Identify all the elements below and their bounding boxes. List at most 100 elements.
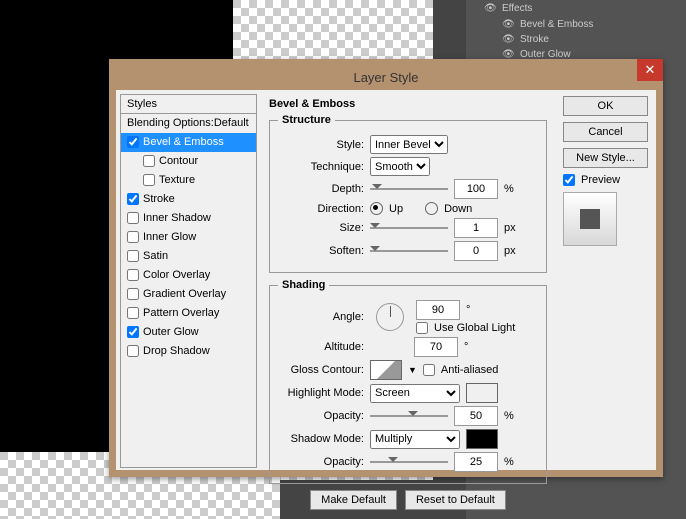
angle-wheel[interactable] — [376, 303, 404, 331]
styles-header[interactable]: Styles — [121, 95, 256, 114]
eye-icon[interactable]: 👁 — [502, 34, 514, 45]
shading-fieldset: Shading Angle: ° Use Global Light Altitu… — [269, 279, 547, 484]
fx-label: Bevel & Emboss — [520, 19, 593, 30]
unit: % — [504, 456, 514, 468]
deg: ° — [466, 304, 470, 316]
style-checkbox[interactable] — [127, 212, 139, 224]
style-label: Drop Shadow — [143, 345, 210, 357]
antialias-checkbox[interactable] — [423, 364, 435, 376]
style-row-satin[interactable]: Satin — [121, 247, 256, 266]
style-checkbox[interactable] — [127, 193, 139, 205]
altitude-input[interactable] — [414, 337, 458, 357]
fx-row-bevel[interactable]: 👁 Bevel & Emboss — [466, 17, 686, 32]
ok-button[interactable]: OK — [563, 96, 648, 116]
unit: % — [504, 410, 514, 422]
unit: px — [504, 222, 516, 234]
dialog-titlebar[interactable]: Layer Style ✕ — [116, 66, 656, 90]
highlight-opacity-input[interactable] — [454, 406, 498, 426]
style-checkbox[interactable] — [127, 288, 139, 300]
direction-down-radio[interactable] — [425, 202, 438, 215]
style-select[interactable]: Inner Bevel — [370, 135, 448, 154]
style-checkbox[interactable] — [127, 136, 139, 148]
preview-checkbox[interactable] — [563, 174, 575, 186]
style-checkbox[interactable] — [127, 231, 139, 243]
shadow-color-swatch[interactable] — [466, 429, 498, 449]
new-style-button[interactable]: New Style... — [563, 148, 648, 168]
style-row-drop-shadow[interactable]: Drop Shadow — [121, 342, 256, 361]
blending-options-row[interactable]: Blending Options:Default — [121, 114, 256, 133]
unit: % — [504, 183, 514, 195]
size-input[interactable] — [454, 218, 498, 238]
highlight-mode-select[interactable]: Screen — [370, 384, 460, 403]
style-row-stroke[interactable]: Stroke — [121, 190, 256, 209]
up-label: Up — [389, 203, 403, 215]
style-row-texture[interactable]: Texture — [121, 171, 256, 190]
fx-label: Effects — [502, 3, 532, 14]
style-label: Style: — [278, 139, 364, 151]
section-title: Bevel & Emboss — [269, 98, 547, 110]
structure-fieldset: Structure Style:Inner Bevel Technique:Sm… — [269, 114, 547, 273]
soften-slider[interactable] — [370, 244, 448, 258]
depth-input[interactable] — [454, 179, 498, 199]
global-label: Use Global Light — [434, 322, 515, 334]
style-label: Outer Glow — [143, 326, 199, 338]
fx-row-effects[interactable]: 👁 Effects — [466, 0, 686, 17]
layer-style-dialog: Layer Style ✕ Styles Blending Options:De… — [109, 59, 663, 477]
angle-input[interactable] — [416, 300, 460, 320]
shadow-label: Shadow Mode: — [278, 433, 364, 445]
soften-input[interactable] — [454, 241, 498, 261]
opacity-label: Opacity: — [278, 410, 364, 422]
style-label: Inner Shadow — [143, 212, 211, 224]
depth-slider[interactable] — [370, 182, 448, 196]
shadow-opacity-slider[interactable] — [370, 455, 448, 469]
shadow-opacity-input[interactable] — [454, 452, 498, 472]
eye-icon[interactable]: 👁 — [484, 3, 496, 14]
soften-label: Soften: — [278, 245, 364, 257]
highlight-label: Highlight Mode: — [278, 387, 364, 399]
style-row-gradient-overlay[interactable]: Gradient Overlay — [121, 285, 256, 304]
style-label: Gradient Overlay — [143, 288, 226, 300]
style-row-bevel-emboss[interactable]: Bevel & Emboss — [121, 133, 256, 152]
dialog-title: Layer Style — [353, 70, 418, 85]
preview-label: Preview — [581, 174, 620, 186]
style-label: Pattern Overlay — [143, 307, 219, 319]
make-default-button[interactable]: Make Default — [310, 490, 397, 510]
style-checkbox[interactable] — [127, 250, 139, 262]
gloss-label: Gloss Contour: — [278, 364, 364, 376]
style-label: Color Overlay — [143, 269, 210, 281]
technique-label: Technique: — [278, 161, 364, 173]
style-label: Contour — [159, 155, 198, 167]
size-label: Size: — [278, 222, 364, 234]
size-slider[interactable] — [370, 221, 448, 235]
anti-label: Anti-aliased — [441, 364, 498, 376]
style-row-pattern-overlay[interactable]: Pattern Overlay — [121, 304, 256, 323]
highlight-opacity-slider[interactable] — [370, 409, 448, 423]
style-row-contour[interactable]: Contour — [121, 152, 256, 171]
style-row-inner-glow[interactable]: Inner Glow — [121, 228, 256, 247]
style-row-color-overlay[interactable]: Color Overlay — [121, 266, 256, 285]
direction-up-radio[interactable] — [370, 202, 383, 215]
style-checkbox[interactable] — [127, 345, 139, 357]
opacity-label-2: Opacity: — [278, 456, 364, 468]
style-checkbox[interactable] — [127, 307, 139, 319]
style-row-outer-glow[interactable]: Outer Glow — [121, 323, 256, 342]
shading-legend: Shading — [278, 279, 329, 291]
fx-row-stroke[interactable]: 👁Stroke — [466, 32, 686, 47]
close-button[interactable]: ✕ — [637, 59, 663, 81]
style-checkbox[interactable] — [127, 269, 139, 281]
style-checkbox[interactable] — [127, 326, 139, 338]
style-label: Satin — [143, 250, 168, 262]
style-label: Inner Glow — [143, 231, 196, 243]
shadow-mode-select[interactable]: Multiply — [370, 430, 460, 449]
style-row-inner-shadow[interactable]: Inner Shadow — [121, 209, 256, 228]
reset-default-button[interactable]: Reset to Default — [405, 490, 506, 510]
style-checkbox[interactable] — [143, 174, 155, 186]
style-checkbox[interactable] — [143, 155, 155, 167]
gloss-contour-picker[interactable] — [370, 360, 402, 380]
cancel-button[interactable]: Cancel — [563, 122, 648, 142]
eye-icon[interactable]: 👁 — [502, 19, 514, 30]
global-light-checkbox[interactable] — [416, 322, 428, 334]
highlight-color-swatch[interactable] — [466, 383, 498, 403]
technique-select[interactable]: Smooth — [370, 157, 430, 176]
unit: px — [504, 245, 516, 257]
